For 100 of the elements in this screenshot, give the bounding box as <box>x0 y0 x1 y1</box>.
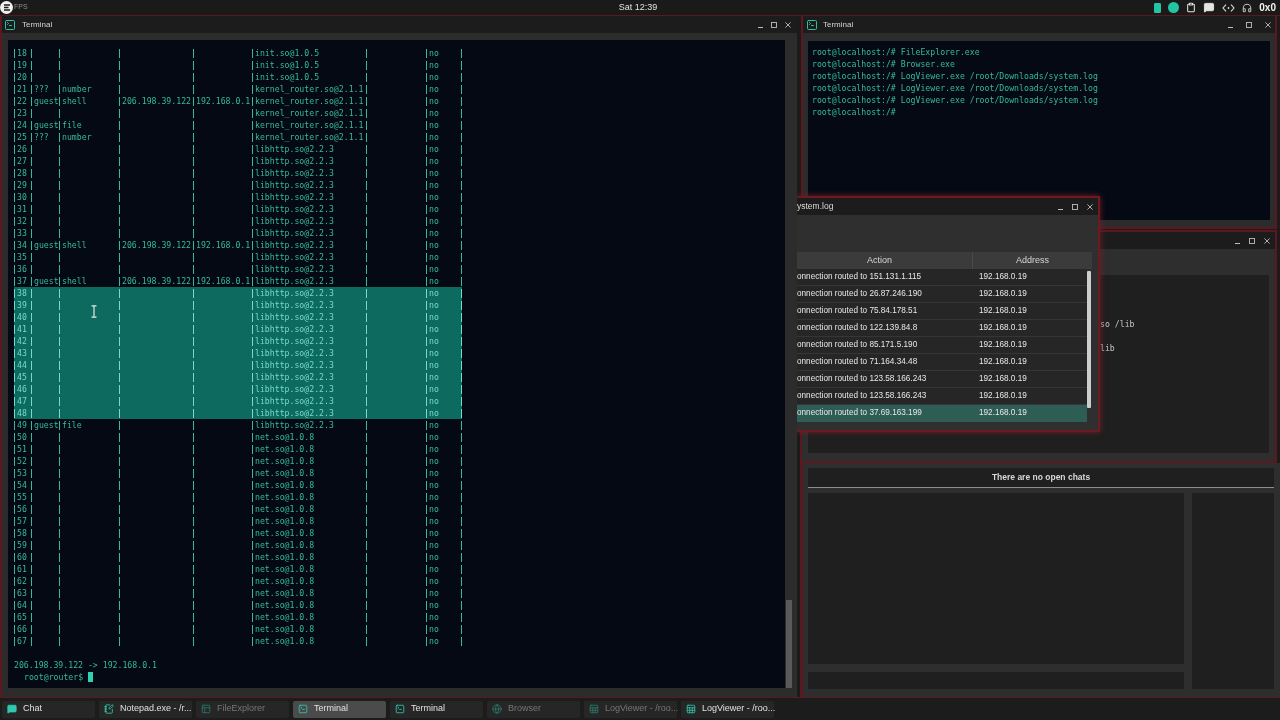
table-row[interactable]: 21 ??? number kernel_router.so@2.1.1 no <box>14 83 462 95</box>
table-row[interactable]: 22 guest shell 206.198.39.122 192.168.0.1 kernel_router.so@2.1.1 no <box>14 95 462 107</box>
table-row[interactable]: 47 libhttp.so@2.2.3 no <box>14 395 462 407</box>
status-dot-icon[interactable] <box>1168 2 1180 13</box>
table-row[interactable]: 34 guest shell 206.198.39.122 192.168.0.1 libhttp.so@2.2.3 no <box>14 239 462 251</box>
close-icon[interactable] <box>1087 203 1093 210</box>
table-row[interactable]: 18 init.so@1.0.5 no <box>14 47 462 59</box>
table-row[interactable]: 63 net.so@1.0.8 no <box>14 587 462 599</box>
table-cell: no <box>429 551 439 563</box>
log-row[interactable]: onnection routed to 151.131.1.115 192.168.0.19 <box>797 269 1087 286</box>
table-row[interactable]: 57 net.so@1.0.8 no <box>14 515 462 527</box>
log-row[interactable]: onnection routed to 71.164.34.48 192.168.0.19 <box>797 354 1087 371</box>
table-row[interactable]: 61 net.so@1.0.8 no <box>14 563 462 575</box>
logo-icon[interactable] <box>0 1 13 14</box>
clipboard-icon[interactable] <box>1186 2 1197 13</box>
table-row[interactable]: 32 libhttp.so@2.2.3 no <box>14 215 462 227</box>
table-row[interactable]: 50 net.so@1.0.8 no <box>14 431 462 443</box>
terminal-icon <box>395 704 405 714</box>
table-cell-text: 192.168.0.19 <box>979 355 1027 368</box>
log-row[interactable]: onnection routed to 122.139.84.8 192.168.0.19 <box>797 320 1087 337</box>
table-row[interactable]: 60 net.so@1.0.8 no <box>14 551 462 563</box>
table-row[interactable]: 26 libhttp.so@2.2.3 no <box>14 143 462 155</box>
battery-icon[interactable] <box>1154 2 1162 13</box>
table-cell: no <box>429 95 439 107</box>
table-cell: 206.198.39.122 <box>122 239 191 251</box>
minimize-icon[interactable] <box>758 26 763 28</box>
chat-bubble-icon[interactable] <box>1203 2 1216 13</box>
table-row[interactable]: 35 libhttp.so@2.2.3 no <box>14 251 462 263</box>
close-icon[interactable] <box>1265 21 1271 28</box>
scrollbar-thumb[interactable] <box>1087 271 1091 408</box>
table-row[interactable]: 40 libhttp.so@2.2.3 no <box>14 311 462 323</box>
table-row[interactable]: 46 libhttp.so@2.2.3 no <box>14 383 462 395</box>
table-row[interactable]: 67 net.so@1.0.8 no <box>14 635 462 647</box>
table-row[interactable]: 41 libhttp.so@2.2.3 no <box>14 323 462 335</box>
table-row[interactable]: 65 net.so@1.0.8 no <box>14 611 462 623</box>
log-row[interactable]: onnection routed to 75.84.178.51 192.168.0.19 <box>797 303 1087 320</box>
table-row[interactable]: 31 libhttp.so@2.2.3 no <box>14 203 462 215</box>
table-row[interactable]: 23 kernel_router.so@2.1.1 no <box>14 107 462 119</box>
log-row[interactable]: onnection routed to 37.69.163.199 192.168.0.19 <box>797 405 1087 422</box>
headset-icon[interactable] <box>1242 2 1253 13</box>
table-cell: 19 <box>17 59 27 71</box>
log-row[interactable]: onnection routed to 123.58.166.243 192.168.0.19 <box>797 388 1087 405</box>
table-row[interactable]: 42 libhttp.so@2.2.3 no <box>14 335 462 347</box>
minimize-icon[interactable] <box>1058 208 1063 210</box>
close-icon[interactable] <box>1264 237 1270 244</box>
table-cell: 44 <box>17 359 27 371</box>
table-row[interactable]: 28 libhttp.so@2.2.3 no <box>14 167 462 179</box>
table-row[interactable]: 20 init.so@1.0.5 no <box>14 71 462 83</box>
table-cell: libhttp.so@2.2.3 <box>255 407 334 419</box>
maximize-icon[interactable] <box>1246 21 1252 28</box>
scrollbar-thumb[interactable] <box>786 600 792 688</box>
table-row[interactable]: 27 libhttp.so@2.2.3 no <box>14 155 462 167</box>
table-row[interactable]: 62 net.so@1.0.8 no <box>14 575 462 587</box>
column-header[interactable]: Address <box>973 252 1092 269</box>
maximize-icon[interactable] <box>1249 237 1255 244</box>
table-cell: no <box>429 131 439 143</box>
table-row[interactable]: 30 libhttp.so@2.2.3 no <box>14 191 462 203</box>
table-row[interactable]: 24 guest file kernel_router.so@2.1.1 no <box>14 119 462 131</box>
maximize-icon[interactable] <box>1072 203 1078 210</box>
log-row[interactable]: onnection routed to 85.171.5.190 192.168.0.19 <box>797 337 1087 354</box>
maximize-icon[interactable] <box>771 21 777 28</box>
table-row[interactable]: 45 libhttp.so@2.2.3 no <box>14 371 462 383</box>
minimize-icon[interactable] <box>1228 26 1233 28</box>
close-icon[interactable] <box>785 21 791 28</box>
table-row[interactable]: 19 init.so@1.0.5 no <box>14 59 462 71</box>
table-row[interactable]: 52 net.so@1.0.8 no <box>14 455 462 467</box>
table-row[interactable]: 48 libhttp.so@2.2.3 no <box>14 407 462 419</box>
table-row[interactable]: 38 libhttp.so@2.2.3 no <box>14 287 462 299</box>
table-cell: no <box>429 119 439 131</box>
table-row[interactable]: 53 net.so@1.0.8 no <box>14 467 462 479</box>
table-row[interactable]: 55 net.so@1.0.8 no <box>14 491 462 503</box>
table-row[interactable]: 29 libhttp.so@2.2.3 no <box>14 179 462 191</box>
log-row[interactable]: onnection routed to 123.58.166.243 192.168.0.19 <box>797 371 1087 388</box>
minimize-icon[interactable] <box>1235 242 1240 244</box>
table-row[interactable]: 37 guest shell 206.198.39.122 192.168.0.1 libhttp.so@2.2.3 no <box>14 275 462 287</box>
code-icon[interactable] <box>1222 3 1236 12</box>
table-row[interactable]: 58 net.so@1.0.8 no <box>14 527 462 539</box>
column-header[interactable]: Action <box>797 252 973 269</box>
table-row[interactable]: 44 libhttp.so@2.2.3 no <box>14 359 462 371</box>
log-row[interactable]: onnection routed to 26.87.246.190 192.168.0.19 <box>797 286 1087 303</box>
table-cell: 60 <box>17 551 27 563</box>
taskbar-item[interactable]: LogViewer - /roo... <box>681 700 774 718</box>
table-row[interactable]: 59 net.so@1.0.8 no <box>14 539 462 551</box>
table-row[interactable]: 39 libhttp.so@2.2.3 no <box>14 299 462 311</box>
taskbar-item[interactable]: Terminal <box>293 700 386 718</box>
table-row[interactable]: 33 libhttp.so@2.2.3 no <box>14 227 462 239</box>
table-row[interactable]: 49 guest file libhttp.so@2.2.3 no <box>14 419 462 431</box>
table-row[interactable]: 56 net.so@1.0.8 no <box>14 503 462 515</box>
taskbar-item[interactable]: Notepad.exe - /r... <box>99 700 192 718</box>
taskbar-item[interactable]: Chat <box>2 700 95 718</box>
table-row[interactable]: 66 net.so@1.0.8 no <box>14 623 462 635</box>
taskbar-item[interactable]: Terminal <box>390 700 483 718</box>
table-row[interactable]: 54 net.so@1.0.8 no <box>14 479 462 491</box>
table-row[interactable]: 43 libhttp.so@2.2.3 no <box>14 347 462 359</box>
table-cell: libhttp.so@2.2.3 <box>255 359 334 371</box>
table-row[interactable]: 25 ??? number kernel_router.so@2.1.1 no <box>14 131 462 143</box>
table-row[interactable]: 51 net.so@1.0.8 no <box>14 443 462 455</box>
table-row[interactable]: 36 libhttp.so@2.2.3 no <box>14 263 462 275</box>
table-cell-text: onnection routed to 37.69.163.199 <box>797 406 923 419</box>
table-row[interactable]: 64 net.so@1.0.8 no <box>14 599 462 611</box>
